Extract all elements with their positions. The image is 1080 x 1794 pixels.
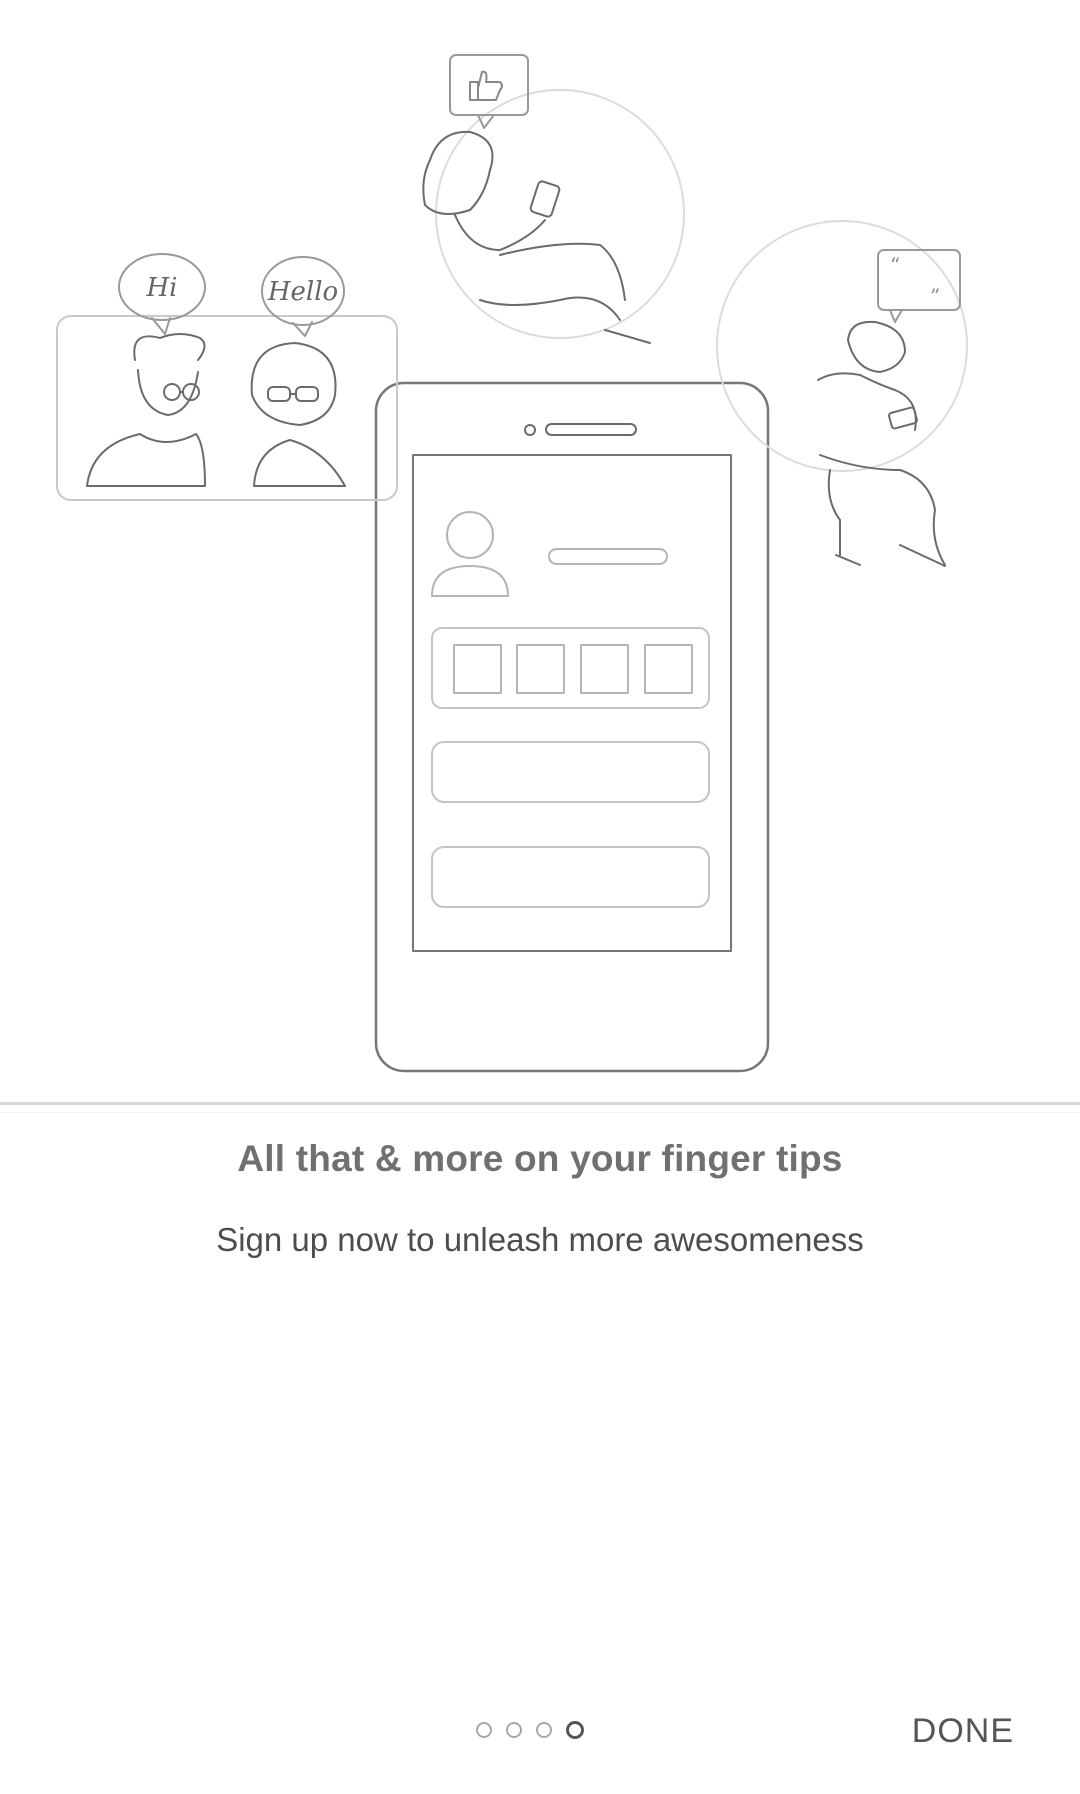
- page-dot-3[interactable]: [536, 1722, 552, 1738]
- content-divider: [0, 1102, 1080, 1105]
- done-button[interactable]: DONE: [912, 1712, 1014, 1751]
- bubble-hi-text: Hi: [146, 273, 178, 303]
- bubble-hello-text: Hello: [267, 277, 338, 307]
- svg-text:”: ”: [930, 284, 940, 308]
- page-indicator: [476, 1718, 584, 1742]
- phone-illustration: [374, 381, 770, 1073]
- page-dot-1[interactable]: [476, 1722, 492, 1738]
- onboarding-title: All that & more on your finger tips: [237, 1138, 843, 1179]
- svg-text:“: “: [890, 253, 900, 277]
- chat-people-illustration: [56, 253, 398, 501]
- texting-man-illustration: “ ”: [716, 220, 968, 567]
- content-divider-light: [0, 1112, 1080, 1113]
- onboarding-subtitle: Sign up now to unleash more awesomeness: [216, 1221, 864, 1258]
- onboarding-illustration: “ ” Hi Hello: [56, 54, 968, 1073]
- page-dot-2[interactable]: [506, 1722, 522, 1738]
- page-dot-4-active[interactable]: [566, 1721, 584, 1739]
- reading-woman-illustration: [422, 54, 685, 344]
